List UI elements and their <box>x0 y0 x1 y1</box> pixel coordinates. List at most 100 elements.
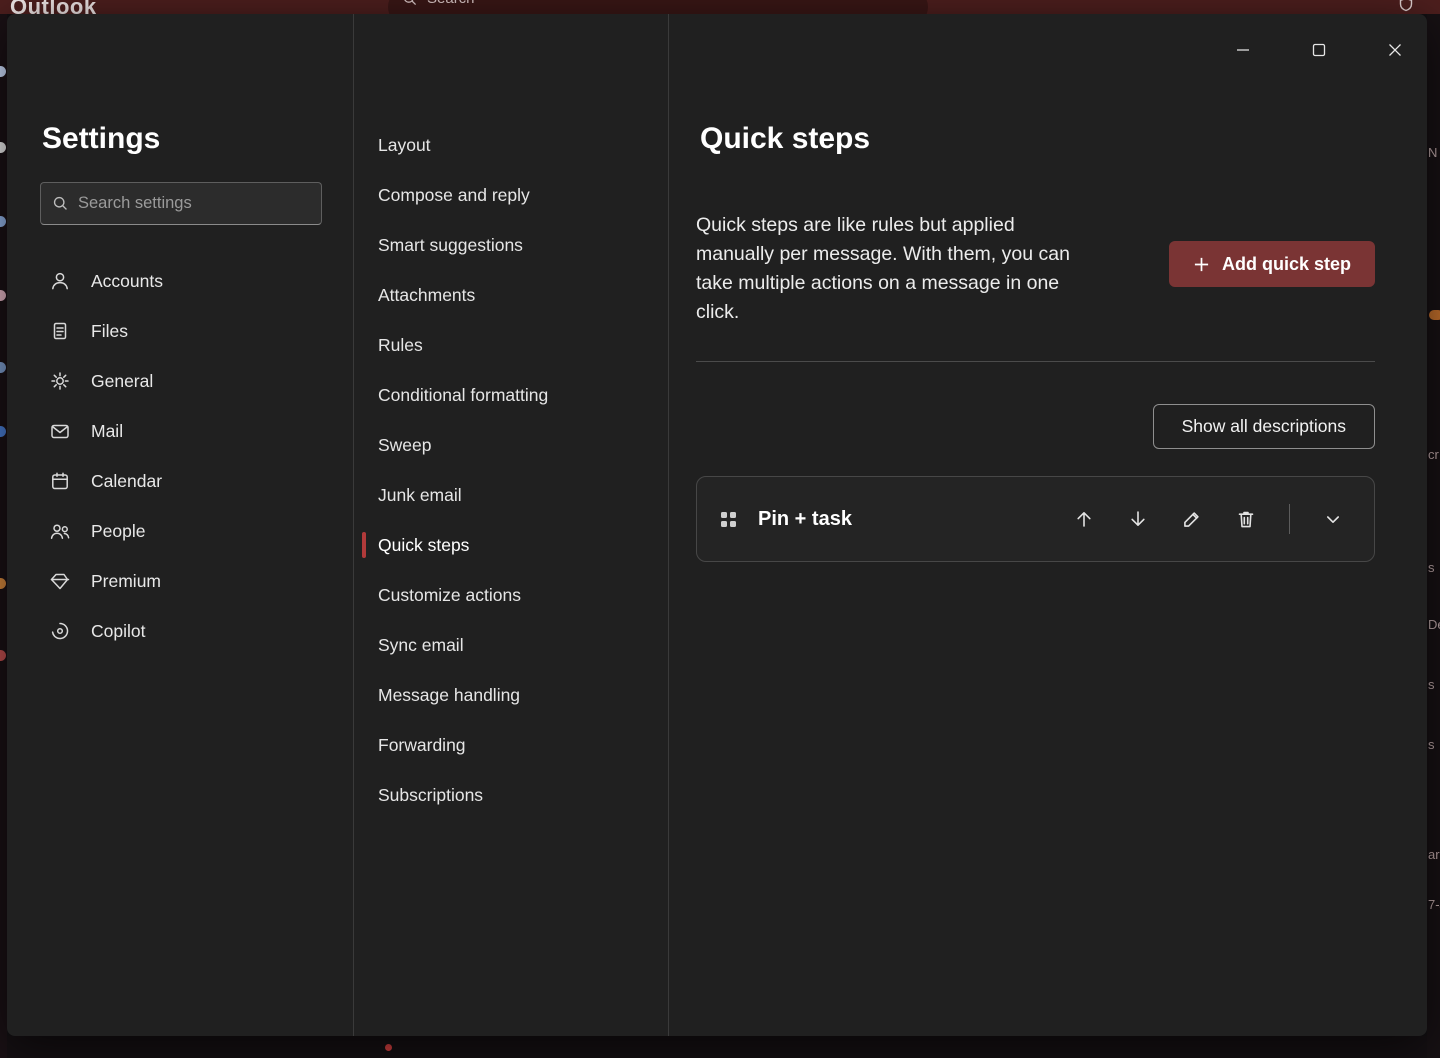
maximize-button[interactable] <box>1303 34 1335 66</box>
maximize-icon <box>1312 43 1326 57</box>
sidebar-item-label: Copilot <box>91 621 145 642</box>
sidebar-item-calendar[interactable]: Calendar <box>7 456 353 506</box>
shield-icon <box>1398 0 1414 14</box>
app-rail-icon <box>0 216 6 227</box>
minimize-button[interactable] <box>1227 34 1259 66</box>
chevron-down-icon <box>1322 508 1344 530</box>
search-icon <box>52 195 69 212</box>
sidebar-item-label: People <box>91 521 146 542</box>
bg-badge-fragment <box>1429 310 1440 320</box>
sidebar-item-accounts[interactable]: Accounts <box>7 256 353 306</box>
bg-text-fragment: s <box>1428 737 1435 752</box>
subnav-item-customize-actions[interactable]: Customize actions <box>354 570 668 620</box>
sidebar-item-premium[interactable]: Premium <box>7 556 353 606</box>
edit-button[interactable] <box>1175 502 1209 536</box>
vertical-separator <box>1289 504 1290 534</box>
mail-settings-subnav: Layout Compose and reply Smart suggestio… <box>353 14 669 1036</box>
subnav-item-sweep[interactable]: Sweep <box>354 420 668 470</box>
bg-text-fragment: De <box>1428 617 1440 632</box>
add-quick-step-button[interactable]: Add quick step <box>1169 241 1375 287</box>
bg-text-fragment: N <box>1428 145 1437 160</box>
bg-text-fragment: cr <box>1428 447 1439 462</box>
settings-search-box[interactable] <box>40 182 322 225</box>
subnav-item-smart-suggestions[interactable]: Smart suggestions <box>354 220 668 270</box>
app-rail-icon <box>0 578 6 589</box>
bg-text-fragment: ar <box>1428 847 1440 862</box>
app-bottom-edge <box>7 1036 1427 1058</box>
close-icon <box>1388 43 1402 57</box>
subnav-item-compose-and-reply[interactable]: Compose and reply <box>354 170 668 220</box>
unread-dot <box>385 1044 392 1051</box>
settings-nav: Accounts Files General Mail Calendar Peo… <box>7 256 353 656</box>
subnav-item-quick-steps[interactable]: Quick steps <box>354 520 668 570</box>
mail-icon <box>49 420 71 442</box>
search-icon <box>402 0 418 7</box>
subnav-item-attachments[interactable]: Attachments <box>354 270 668 320</box>
settings-sidebar: Settings Accounts Files General Mail <box>7 14 353 1036</box>
arrow-up-icon <box>1073 508 1095 530</box>
copilot-icon <box>49 620 71 642</box>
sidebar-item-label: Mail <box>91 421 123 442</box>
settings-dialog: Settings Accounts Files General Mail <box>7 14 1427 1036</box>
app-search-placeholder: Search <box>427 0 475 7</box>
outlook-titlebar: Outlook Search <box>0 0 1440 14</box>
subnav-item-junk-email[interactable]: Junk email <box>354 470 668 520</box>
trash-icon <box>1235 508 1257 530</box>
quick-steps-description: Quick steps are like rules but applied m… <box>696 211 1091 327</box>
sidebar-item-files[interactable]: Files <box>7 306 353 356</box>
subnav-list: Layout Compose and reply Smart suggestio… <box>354 120 668 820</box>
accounts-person-icon <box>49 270 71 292</box>
subnav-item-subscriptions[interactable]: Subscriptions <box>354 770 668 820</box>
subnav-item-message-handling[interactable]: Message handling <box>354 670 668 720</box>
minimize-icon <box>1236 43 1250 57</box>
settings-heading: Settings <box>42 122 160 156</box>
sidebar-item-label: Accounts <box>91 271 163 292</box>
drag-handle-icon[interactable] <box>721 512 736 527</box>
app-rail-icon <box>0 66 6 77</box>
plus-icon <box>1193 256 1210 273</box>
move-down-button[interactable] <box>1121 502 1155 536</box>
quick-step-actions <box>1067 502 1350 536</box>
subnav-item-forwarding[interactable]: Forwarding <box>354 720 668 770</box>
bg-text-fragment: s <box>1428 560 1435 575</box>
delete-button[interactable] <box>1229 502 1263 536</box>
close-button[interactable] <box>1379 34 1411 66</box>
bg-text-fragment: 7-$ <box>1428 897 1440 912</box>
sidebar-item-label: Calendar <box>91 471 162 492</box>
app-message-list-edge: N cr s De s s ar 7-$ <box>1427 14 1440 1058</box>
app-rail <box>0 14 7 1058</box>
sidebar-item-general[interactable]: General <box>7 356 353 406</box>
page-title: Quick steps <box>700 122 870 156</box>
quick-step-name: Pin + task <box>758 508 852 531</box>
sidebar-item-label: General <box>91 371 153 392</box>
subnav-item-sync-email[interactable]: Sync email <box>354 620 668 670</box>
gear-icon <box>49 370 71 392</box>
window-controls <box>1227 34 1411 66</box>
expand-button[interactable] <box>1316 502 1350 536</box>
files-icon <box>49 320 71 342</box>
settings-search-input[interactable] <box>78 194 310 213</box>
arrow-down-icon <box>1127 508 1149 530</box>
sidebar-item-mail[interactable]: Mail <box>7 406 353 456</box>
bg-text-fragment: s <box>1428 677 1435 692</box>
app-rail-icon <box>0 362 6 373</box>
sidebar-item-people[interactable]: People <box>7 506 353 556</box>
quick-steps-panel: Quick steps Quick steps are like rules b… <box>669 14 1427 1036</box>
app-rail-icon <box>0 650 6 661</box>
add-quick-step-label: Add quick step <box>1222 254 1351 275</box>
show-all-descriptions-button[interactable]: Show all descriptions <box>1153 404 1375 449</box>
people-icon <box>49 520 71 542</box>
app-rail-icon <box>0 290 6 301</box>
subnav-item-layout[interactable]: Layout <box>354 120 668 170</box>
subnav-item-rules[interactable]: Rules <box>354 320 668 370</box>
sidebar-item-copilot[interactable]: Copilot <box>7 606 353 656</box>
outlook-logo: Outlook <box>10 0 97 14</box>
subnav-item-conditional-formatting[interactable]: Conditional formatting <box>354 370 668 420</box>
sidebar-item-label: Premium <box>91 571 161 592</box>
calendar-icon <box>49 470 71 492</box>
sidebar-item-label: Files <box>91 321 128 342</box>
move-up-button[interactable] <box>1067 502 1101 536</box>
app-rail-icon <box>0 426 6 437</box>
app-search-bar[interactable]: Search <box>388 0 928 14</box>
app-rail-icon <box>0 142 6 153</box>
